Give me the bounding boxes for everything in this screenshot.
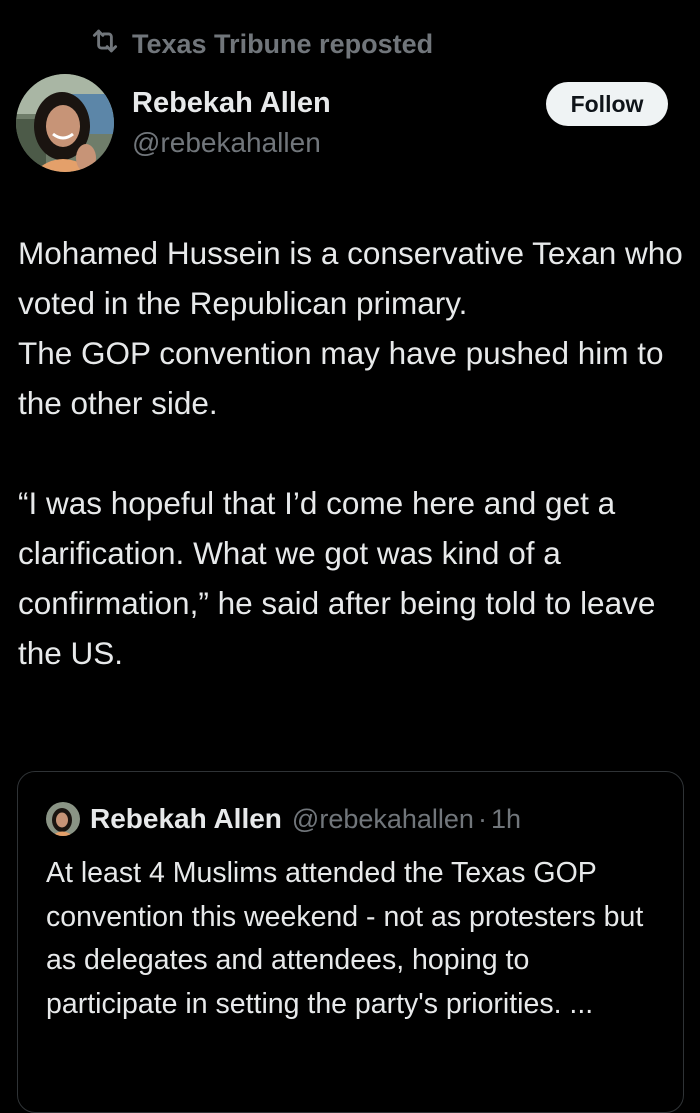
- quoted-avatar: [46, 802, 80, 836]
- repost-context[interactable]: Texas Tribune reposted: [88, 24, 433, 65]
- author-block[interactable]: Rebekah Allen @rebekahallen: [132, 84, 331, 162]
- quoted-timestamp[interactable]: 1h: [491, 804, 521, 835]
- quoted-tweet-card[interactable]: Rebekah Allen @rebekahallen · 1h At leas…: [17, 771, 684, 1113]
- quoted-author-handle[interactable]: @rebekahallen: [292, 804, 474, 835]
- avatar[interactable]: [16, 74, 114, 172]
- author-name[interactable]: Rebekah Allen: [132, 84, 331, 122]
- repost-label: Texas Tribune reposted: [132, 29, 434, 59]
- quoted-tweet-header: Rebekah Allen @rebekahallen · 1h: [46, 802, 521, 836]
- follow-button[interactable]: Follow: [546, 82, 668, 126]
- author-handle[interactable]: @rebekahallen: [132, 124, 331, 162]
- quoted-author-name[interactable]: Rebekah Allen: [90, 803, 282, 835]
- quoted-separator: ·: [477, 803, 487, 834]
- tweet-paragraph: “I was hopeful that I’d come here and ge…: [18, 485, 656, 671]
- quoted-tweet-text: At least 4 Muslims attended the Texas GO…: [46, 857, 644, 1020]
- tweet-paragraph: The GOP convention may have pushed him t…: [18, 335, 664, 421]
- repost-icon: [88, 24, 122, 65]
- tweet-text: Mohamed Hussein is a conservative Texan …: [18, 228, 688, 678]
- tweet-paragraph: Mohamed Hussein is a conservative Texan …: [18, 235, 683, 321]
